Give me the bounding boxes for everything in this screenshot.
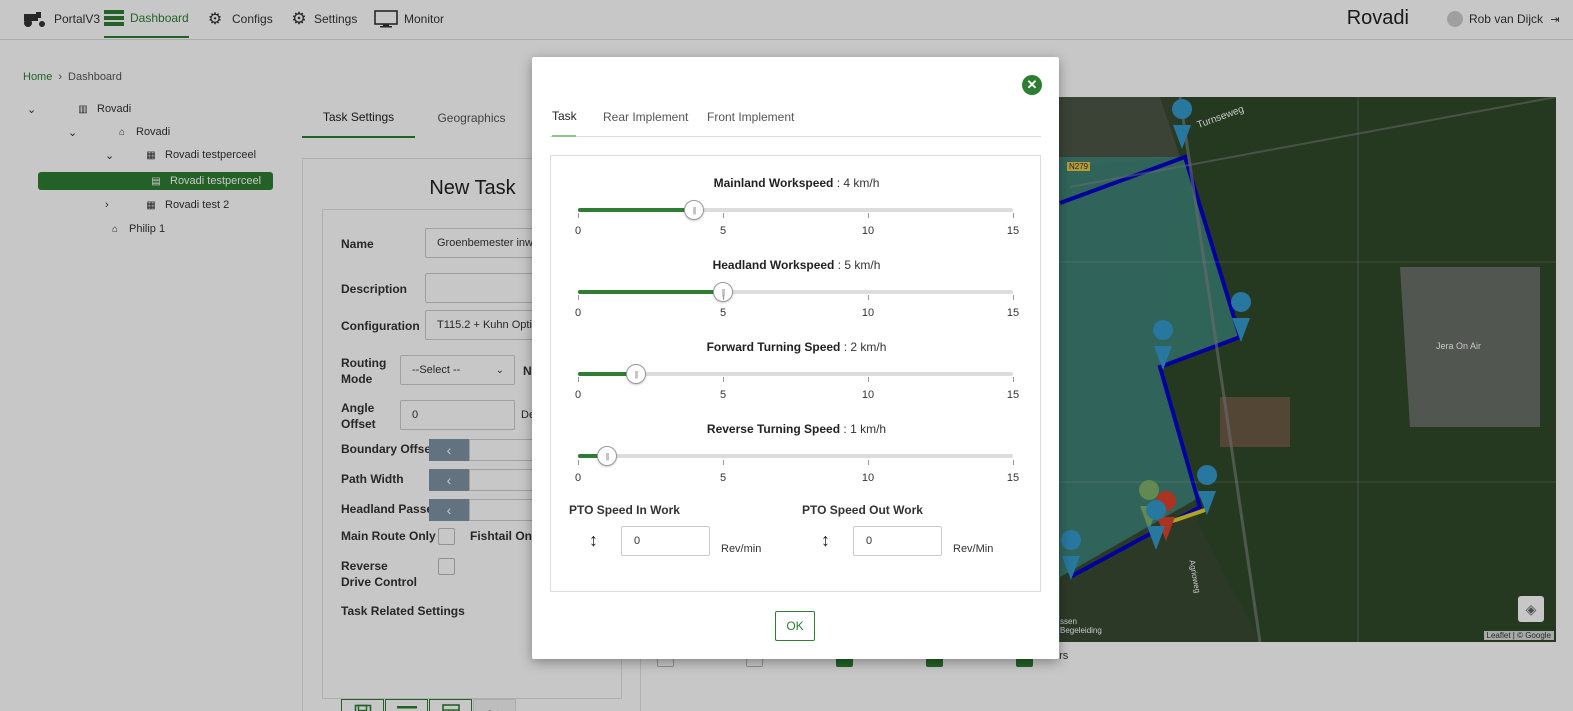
slider-tick-label: 10 <box>861 389 875 401</box>
slider-tick <box>868 213 869 218</box>
tab-front-implement[interactable]: Front Implement <box>707 97 794 137</box>
slider-tick <box>868 377 869 382</box>
slider-title: Forward Turning Speed <box>706 340 841 354</box>
slider-tick-label: 0 <box>574 225 582 237</box>
slider-tick <box>723 295 724 300</box>
headland-workspeed-label: Headland Workspeed : 5 km/h <box>551 258 1042 272</box>
slider-tick <box>578 213 579 218</box>
slider-value: : 5 km/h <box>837 258 881 272</box>
modal-tabs: Task Rear Implement Front Implement <box>550 97 1041 137</box>
slider-value: : 2 km/h <box>843 340 887 354</box>
forward-turning-speed-slider[interactable]: ||| <box>578 364 1013 384</box>
speed-settings-modal: ✕ Task Rear Implement Front Implement Ma… <box>532 57 1059 659</box>
slider-fill <box>578 208 694 212</box>
slider-handle[interactable]: ||| <box>626 364 646 384</box>
slider-tick-label: 10 <box>861 472 875 484</box>
slider-tick-label: 10 <box>861 307 875 319</box>
mainland-workspeed-label: Mainland Workspeed : 4 km/h <box>551 176 1042 190</box>
slider-tick <box>1013 460 1014 465</box>
slider-fill <box>578 290 723 294</box>
slider-tick-label: 5 <box>719 389 727 401</box>
slider-tick-label: 0 <box>574 472 582 484</box>
slider-handle[interactable]: ||| <box>684 200 704 220</box>
pto-in-label: PTO Speed In Work <box>569 503 680 517</box>
pto-out-unit: Rev/Min <box>953 543 994 555</box>
slider-title: Reverse Turning Speed <box>706 422 841 436</box>
slider-tick <box>1013 377 1014 382</box>
slider-handle[interactable]: ||| <box>597 446 617 466</box>
slider-tick-label: 0 <box>574 389 582 401</box>
slider-tick <box>1013 213 1014 218</box>
slider-tick-label: 15 <box>1006 472 1020 484</box>
up-down-arrow-icon: ↕ <box>589 530 598 550</box>
reverse-turning-speed-label: Reverse Turning Speed : 1 km/h <box>551 422 1042 436</box>
slider-title: Headland Workspeed <box>712 258 835 272</box>
speed-settings-box: Mainland Workspeed : 4 km/h ||| Headland… <box>550 155 1041 592</box>
slider-tick-label: 0 <box>574 307 582 319</box>
reverse-turning-speed-slider[interactable]: ||| <box>578 446 1013 466</box>
slider-tick <box>723 377 724 382</box>
slider-tick <box>723 213 724 218</box>
slider-tick-label: 5 <box>719 472 727 484</box>
slider-tick <box>578 295 579 300</box>
slider-tick-label: 15 <box>1006 307 1020 319</box>
pto-out-label: PTO Speed Out Work <box>802 503 923 517</box>
tab-task[interactable]: Task <box>552 97 577 137</box>
slider-tick-label: 15 <box>1006 225 1020 237</box>
slider-title: Mainland Workspeed <box>713 176 834 190</box>
forward-turning-speed-label: Forward Turning Speed : 2 km/h <box>551 340 1042 354</box>
mainland-workspeed-slider[interactable]: ||| <box>578 200 1013 220</box>
slider-value: : 4 km/h <box>836 176 880 190</box>
slider-tick <box>1013 295 1014 300</box>
headland-workspeed-slider[interactable]: ||| <box>578 282 1013 302</box>
close-icon[interactable]: ✕ <box>1022 75 1042 95</box>
slider-tick <box>723 460 724 465</box>
slider-tick <box>868 295 869 300</box>
tab-rear-implement[interactable]: Rear Implement <box>603 97 688 137</box>
pto-in-input[interactable]: 0 <box>621 526 710 556</box>
slider-tick-label: 5 <box>719 307 727 319</box>
pto-in-unit: Rev/min <box>721 543 762 555</box>
slider-tick <box>578 377 579 382</box>
ok-button[interactable]: OK <box>775 611 815 641</box>
slider-tick-label: 10 <box>861 225 875 237</box>
pto-out-input[interactable]: 0 <box>853 526 942 556</box>
slider-tick <box>578 460 579 465</box>
slider-tick <box>868 460 869 465</box>
slider-value: : 1 km/h <box>843 422 887 436</box>
up-down-arrow-icon: ↕ <box>821 530 830 550</box>
slider-tick-label: 15 <box>1006 389 1020 401</box>
slider-tick-label: 5 <box>719 225 727 237</box>
